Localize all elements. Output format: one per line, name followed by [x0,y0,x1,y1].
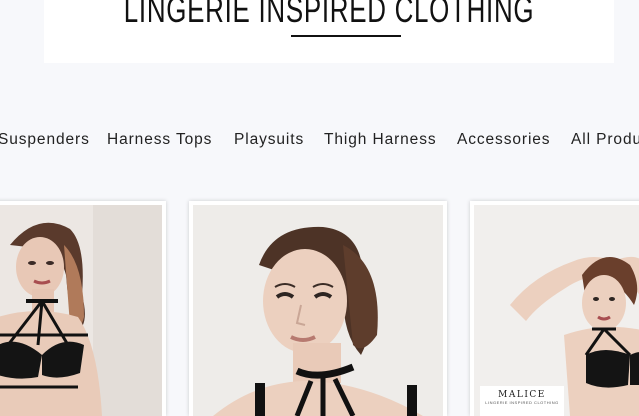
logo-subtitle: LINGERIE INSPIRED CLOTHING [485,400,559,405]
logo-name: MALICE [498,390,546,400]
nav-item-playsuits[interactable]: Playsuits [234,131,304,149]
header-banner: LINGERIE INSPIRED CLOTHING [44,0,614,63]
nav-item-harness-tops[interactable]: Harness Tops [107,131,212,149]
brand-logo-tag: MALICE LINGERIE INSPIRED CLOTHING [480,386,564,416]
nav-item-thigh-harness[interactable]: Thigh Harness [324,131,437,149]
nav-item-accessories[interactable]: Accessories [457,131,550,149]
nav-item-suspenders[interactable]: Suspenders [0,131,90,149]
product-photo[interactable] [193,205,443,416]
brand-title[interactable]: LINGERIE INSPIRED CLOTHING [124,0,534,32]
product-card[interactable] [0,201,166,416]
product-card[interactable] [189,201,447,416]
product-photo[interactable]: MALICE LINGERIE INSPIRED CLOTHING [474,205,639,416]
product-photo[interactable] [0,205,162,416]
product-card[interactable]: MALICE LINGERIE INSPIRED CLOTHING [470,201,639,416]
brand-underline [291,35,401,37]
nav-item-all-products[interactable]: All Products [571,131,639,149]
